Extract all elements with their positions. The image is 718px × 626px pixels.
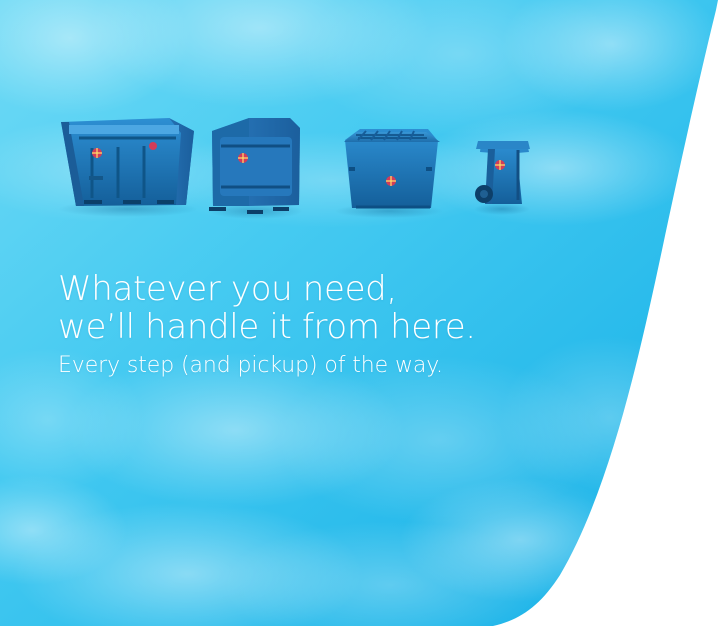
headline-line-2: we’ll handle it from here. [58, 307, 476, 347]
headline: Whatever you need, we’ll handle it from … [58, 270, 598, 346]
hero-copy: Whatever you need, we’ll handle it from … [58, 270, 598, 380]
headline-line-1: Whatever you need, [58, 269, 397, 309]
compactor-dumpster-icon [207, 118, 303, 219]
front-load-dumpster-icon [335, 129, 443, 218]
roll-off-dumpster-icon [58, 118, 198, 217]
subheadline: Every step (and pickup) of the way. [58, 353, 443, 378]
hero-banner: Whatever you need, we’ll handle it from … [0, 0, 718, 626]
wheeled-cart-icon [474, 141, 530, 215]
